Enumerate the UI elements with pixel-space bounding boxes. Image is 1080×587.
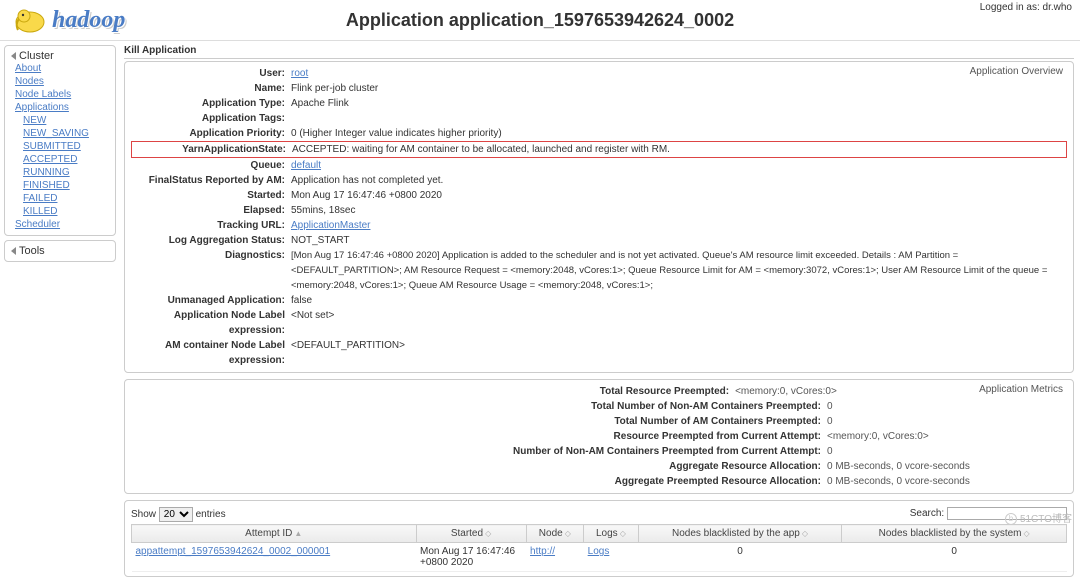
col-logs[interactable]: Logs◇ [584, 525, 639, 543]
nav-state-running[interactable]: RUNNING [23, 167, 70, 178]
application-metrics: Application Metrics Total Resource Preem… [124, 379, 1074, 494]
log-agg-status: NOT_START [291, 233, 1067, 248]
nav-state-submitted[interactable]: SUBMITTED [23, 141, 81, 152]
node-link[interactable]: http:// [530, 546, 555, 557]
metric-label: Number of Non-AM Containers Preempted fr… [131, 444, 827, 459]
elephant-icon [10, 4, 50, 36]
page-size-select[interactable]: 20 [159, 507, 193, 522]
nav-cluster: Cluster About Nodes Node Labels Applicat… [4, 45, 116, 236]
sort-icon: ◇ [620, 529, 626, 538]
nav-state-accepted[interactable]: ACCEPTED [23, 154, 77, 165]
col-started[interactable]: Started◇ [416, 525, 526, 543]
overview-legend: Application Overview [966, 66, 1067, 77]
table-row: appattempt_1597653942624_0002_000001 Mon… [132, 543, 1067, 572]
tracking-url[interactable]: ApplicationMaster [291, 220, 370, 231]
metric-label: Aggregate Preempted Resource Allocation: [131, 474, 827, 489]
collapse-icon [11, 52, 16, 60]
started-time: Mon Aug 17 16:47:46 +0800 2020 [291, 188, 1067, 203]
attempts-section: Show 20 entries Search: Attempt ID▲ Star… [124, 500, 1074, 577]
app-name: Flink per-job cluster [291, 81, 1067, 96]
cell-started: Mon Aug 17 16:47:46 +0800 2020 [416, 543, 526, 572]
col-attempt-id[interactable]: Attempt ID▲ [132, 525, 417, 543]
logs-link[interactable]: Logs [588, 546, 610, 557]
sidebar: Cluster About Nodes Node Labels Applicat… [0, 41, 120, 587]
app-type: Apache Flink [291, 96, 1067, 111]
attempt-id-link[interactable]: appattempt_1597653942624_0002_000001 [136, 546, 331, 557]
metrics-legend: Application Metrics [975, 384, 1067, 395]
unmanaged: false [291, 293, 1067, 308]
sort-icon: ◇ [1023, 529, 1029, 538]
diagnostics: [Mon Aug 17 16:47:46 +0800 2020] Applica… [291, 248, 1067, 293]
cell-bl-app: 0 [638, 543, 842, 572]
nav-state-failed[interactable]: FAILED [23, 193, 57, 204]
col-node[interactable]: Node◇ [526, 525, 584, 543]
nav-applications[interactable]: Applications [15, 102, 69, 113]
nav-state-new-saving[interactable]: NEW_SAVING [23, 128, 89, 139]
metric-value: <memory:0, vCores:0> [735, 384, 975, 399]
nav-node-labels[interactable]: Node Labels [15, 89, 71, 100]
nav-cluster-head[interactable]: Cluster [11, 50, 109, 62]
metric-value: 0 [827, 399, 1067, 414]
hadoop-logo[interactable]: hadoop [10, 4, 125, 36]
sort-icon: ◇ [802, 529, 808, 538]
metric-label: Aggregate Resource Allocation: [131, 459, 827, 474]
user-link[interactable]: root [291, 68, 308, 79]
metric-label: Resource Preempted from Current Attempt: [131, 429, 827, 444]
metric-label: Total Number of AM Containers Preempted: [131, 414, 827, 429]
metric-label: Total Resource Preempted: [131, 384, 735, 399]
nav-state-new[interactable]: NEW [23, 115, 46, 126]
app-priority: 0 (Higher Integer value indicates higher… [291, 126, 1067, 141]
nav-state-killed[interactable]: KILLED [23, 206, 57, 217]
sort-icon: ◇ [485, 529, 491, 538]
metric-value: 0 MB-seconds, 0 vcore-seconds [827, 474, 1067, 489]
am-node-label: <DEFAULT_PARTITION> [291, 338, 1067, 368]
yarn-state-row: YarnApplicationState:ACCEPTED: waiting f… [131, 141, 1067, 158]
metric-value: 0 [827, 414, 1067, 429]
kill-application-link[interactable]: Kill Application [124, 45, 1074, 59]
final-status: Application has not completed yet. [291, 173, 1067, 188]
page-title: Application application_1597653942624_00… [346, 10, 734, 31]
sort-icon: ◇ [565, 529, 571, 538]
login-info: Logged in as: dr.who [980, 2, 1072, 13]
watermark: b51CTO博客 [1005, 510, 1072, 525]
queue-link[interactable]: default [291, 160, 321, 171]
node-label: <Not set> [291, 308, 1067, 338]
collapse-icon [11, 247, 16, 255]
col-bl-app[interactable]: Nodes blacklisted by the app◇ [638, 525, 842, 543]
col-bl-sys[interactable]: Nodes blacklisted by the system◇ [842, 525, 1067, 543]
nav-state-finished[interactable]: FINISHED [23, 180, 70, 191]
logo-text: hadoop [52, 7, 125, 34]
nav-scheduler[interactable]: Scheduler [15, 219, 60, 230]
metric-label: Total Number of Non-AM Containers Preemp… [131, 399, 827, 414]
attempts-table: Attempt ID▲ Started◇ Node◇ Logs◇ Nodes b… [131, 524, 1067, 572]
watermark-icon: b [1005, 513, 1017, 525]
metric-value: 0 [827, 444, 1067, 459]
app-tags [291, 111, 1067, 126]
nav-tools[interactable]: Tools [4, 240, 116, 262]
main-content: Kill Application Application Overview Us… [120, 41, 1080, 587]
entries-selector: Show 20 entries [131, 507, 226, 522]
metric-value: 0 MB-seconds, 0 vcore-seconds [827, 459, 1067, 474]
elapsed-time: 55mins, 18sec [291, 203, 1067, 218]
nav-nodes[interactable]: Nodes [15, 76, 44, 87]
sort-icon: ▲ [294, 529, 302, 538]
header: hadoop Application application_159765394… [0, 0, 1080, 41]
metric-value: <memory:0, vCores:0> [827, 429, 1067, 444]
application-overview: Application Overview User:root Name:Flin… [124, 61, 1074, 373]
nav-about[interactable]: About [15, 63, 41, 74]
yarn-state: ACCEPTED: waiting for AM container to be… [292, 142, 1066, 157]
cell-bl-sys: 0 [842, 543, 1067, 572]
